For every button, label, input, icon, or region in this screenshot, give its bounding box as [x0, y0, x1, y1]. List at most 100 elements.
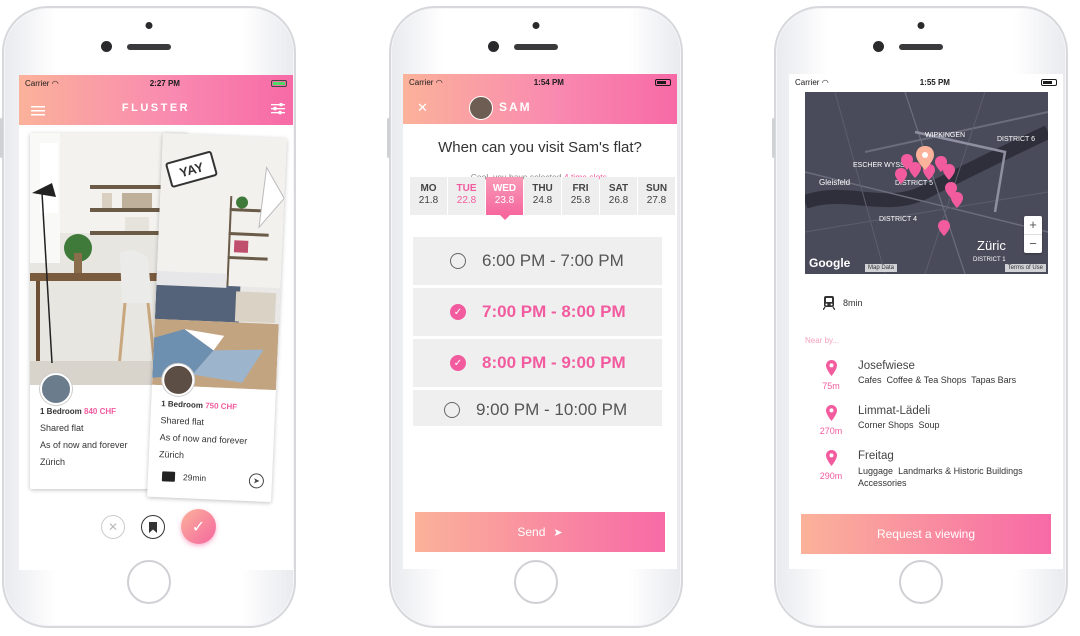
day-date: 23.8 — [494, 195, 515, 206]
bookmark-button[interactable] — [141, 515, 165, 539]
home-button[interactable] — [514, 560, 558, 604]
close-icon[interactable]: ✕ — [417, 100, 428, 116]
place-name: Josefwiese — [858, 360, 915, 372]
earpiece — [514, 44, 558, 50]
day-tue[interactable]: TUE 22.8 — [448, 177, 485, 215]
like-button[interactable]: ✓ — [181, 509, 216, 544]
dismiss-button[interactable]: ✕ — [101, 515, 125, 539]
bookmark-icon — [149, 521, 157, 533]
listing-card-front[interactable]: YAY 1 Bedroom 750 CHF Shared flat As of … — [147, 133, 287, 503]
status-time: 1:55 PM — [919, 77, 950, 87]
radio-unchecked[interactable] — [444, 402, 460, 418]
status-bar: Carrier ◠ 2:27 PM — [19, 75, 293, 91]
day-date: 21.8 — [418, 195, 439, 206]
map-pin — [951, 192, 963, 208]
carrier-label: Carrier — [25, 78, 50, 88]
screen-swipe: Carrier ◠ 2:27 PM FLUSTER 1 Bedroom 840 … — [19, 75, 293, 570]
place-distance: 270m — [819, 426, 843, 436]
time-slot-label: 7:00 PM - 8:00 PM — [482, 302, 626, 321]
day-sat[interactable]: SAT 26.8 — [600, 177, 637, 215]
wifi-icon: ◠ — [51, 78, 59, 88]
contact-avatar[interactable] — [469, 96, 493, 120]
request-viewing-label: Request a viewing — [876, 527, 976, 541]
time-slot-label: 9:00 PM - 10:00 PM — [476, 400, 628, 419]
nav-bar: FLUSTER — [19, 91, 293, 125]
time-slot[interactable]: 6:00 PM - 7:00 PM — [413, 237, 662, 285]
day-name: WED — [492, 183, 517, 194]
location-arrow-icon[interactable]: ➤ — [248, 473, 265, 489]
day-date: 24.8 — [532, 195, 553, 206]
transit-time: 8min — [843, 298, 863, 308]
bedrooms: 1 Bedroom — [160, 399, 204, 410]
request-viewing-button[interactable]: Request a viewing — [801, 514, 1051, 554]
map-pin — [909, 162, 921, 178]
app-title: FLUSTER — [121, 102, 191, 114]
train-icon — [823, 296, 835, 310]
phone-1: Carrier ◠ 2:27 PM FLUSTER 1 Bedroom 840 … — [0, 6, 296, 628]
day-date: 26.8 — [608, 195, 629, 206]
zoom-in-button[interactable]: + — [1024, 216, 1042, 235]
home-button[interactable] — [899, 560, 943, 604]
day-sun[interactable]: SUN 27.8 — [638, 177, 675, 215]
wifi-icon: ◠ — [435, 77, 443, 87]
map-data-label: Map Data — [865, 264, 898, 272]
earpiece — [899, 44, 943, 50]
location-pin-icon — [825, 450, 837, 466]
place-distance: 75m — [822, 381, 840, 391]
front-camera — [488, 41, 499, 52]
day-mo[interactable]: MO 21.8 — [410, 177, 447, 215]
terms-link[interactable]: Terms of Use — [1004, 264, 1046, 272]
place-name: Limmat-Lädeli — [858, 405, 931, 417]
nav-bar: ✕ SAM — [403, 90, 677, 124]
day-fri[interactable]: FRI 25.8 — [562, 177, 599, 215]
price: 840 CHF — [84, 407, 117, 416]
screen-listing-detail: Carrier ◠ 1:55 PM WIPKINGEN DISTRICT 6 E… — [789, 74, 1063, 569]
carrier-label: Carrier — [409, 77, 434, 87]
day-name: TUE — [456, 183, 477, 194]
bedrooms: 1 Bedroom — [40, 407, 82, 416]
status-time: 1:54 PM — [533, 77, 564, 87]
place-tag: Soup — [918, 420, 940, 430]
earpiece — [127, 44, 171, 50]
place-tag: Landmarks & Historic Buildings — [898, 466, 1023, 476]
proximity-sensor — [917, 22, 925, 29]
map-pin — [943, 164, 955, 180]
zoom-control: + − — [1024, 216, 1042, 253]
radio-checked[interactable]: ✓ — [450, 355, 466, 371]
status-bar: Carrier ◠ 1:55 PM — [789, 74, 1063, 90]
nearby-heading: Near by... — [805, 336, 840, 345]
place-distance: 290m — [819, 471, 843, 481]
status-bar: Carrier ◠ 1:54 PM — [403, 74, 677, 90]
price: 750 CHF — [204, 401, 238, 412]
time-slot-selected[interactable]: ✓ 7:00 PM - 8:00 PM — [413, 288, 662, 336]
owner-avatar[interactable] — [161, 363, 195, 397]
home-button[interactable] — [127, 560, 171, 604]
time-slot-selected[interactable]: ✓ 8:00 PM - 9:00 PM — [413, 339, 662, 387]
map-view[interactable]: WIPKINGEN DISTRICT 6 ESCHER WYSS DISTRIC… — [805, 92, 1048, 274]
status-time: 2:27 PM — [149, 78, 180, 88]
send-button[interactable]: Send ➤ — [415, 512, 665, 552]
day-wed-selected[interactable]: WED 23.8 — [486, 177, 523, 220]
menu-icon[interactable] — [31, 103, 45, 121]
map-pins — [895, 146, 963, 236]
time-slot[interactable]: 9:00 PM - 10:00 PM — [413, 390, 662, 426]
owner-avatar[interactable] — [40, 373, 72, 405]
zoom-out-button[interactable]: − — [1024, 235, 1042, 253]
transit-info: 8min — [823, 296, 863, 310]
contact-name: SAM — [499, 100, 532, 114]
time-slot-label: 6:00 PM - 7:00 PM — [482, 251, 624, 270]
location-pin-icon — [825, 360, 837, 376]
radio-checked[interactable]: ✓ — [450, 304, 466, 320]
filter-icon[interactable] — [271, 102, 285, 120]
place-name: Freitag — [858, 450, 894, 462]
phone-3: Carrier ◠ 1:55 PM WIPKINGEN DISTRICT 6 E… — [772, 6, 1068, 628]
front-camera — [101, 41, 112, 52]
day-thu[interactable]: THU 24.8 — [524, 177, 561, 215]
front-camera — [873, 41, 884, 52]
radio-unchecked[interactable] — [450, 253, 466, 269]
check-icon: ✓ — [191, 518, 206, 536]
proximity-sensor — [145, 22, 153, 29]
listing-details: 1 Bedroom 750 CHF Shared flat As of now … — [159, 395, 249, 467]
battery-icon — [1041, 78, 1057, 86]
map-pin — [938, 220, 950, 236]
